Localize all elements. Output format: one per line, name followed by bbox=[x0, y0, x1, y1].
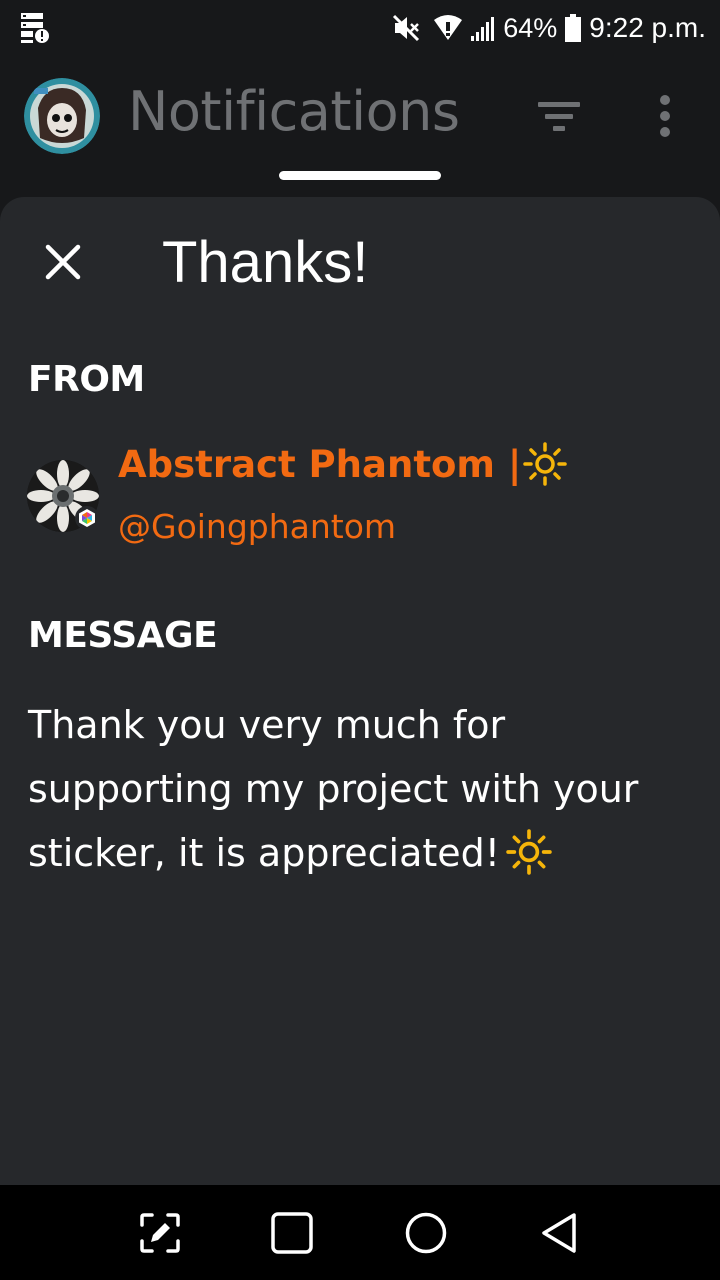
signal-icon bbox=[471, 17, 495, 41]
sender-handle[interactable]: @Goingphantom bbox=[118, 507, 396, 546]
home-icon[interactable] bbox=[404, 1211, 448, 1255]
sheet-title: Thanks! bbox=[162, 230, 369, 295]
drag-handle[interactable] bbox=[279, 171, 441, 180]
verified-badge-icon bbox=[75, 506, 99, 530]
edit-screenshot-icon[interactable] bbox=[138, 1211, 182, 1255]
from-label: FROM bbox=[28, 359, 145, 400]
message-body: Thank you very much for supporting my pr… bbox=[28, 693, 698, 885]
system-nav-bar bbox=[0, 1185, 720, 1280]
vibrate-off-icon bbox=[393, 14, 420, 42]
sun-emoji-icon bbox=[523, 441, 568, 486]
back-icon[interactable] bbox=[538, 1211, 582, 1255]
wifi-icon bbox=[434, 15, 463, 40]
profile-avatar[interactable] bbox=[24, 78, 100, 154]
server-alert-icon bbox=[21, 13, 49, 43]
status-bar: 64% 9:22 p.m. bbox=[0, 0, 720, 58]
close-icon[interactable] bbox=[42, 241, 84, 283]
clock: 9:22 p.m. bbox=[589, 12, 706, 43]
filter-icon[interactable] bbox=[536, 98, 582, 136]
recents-icon[interactable] bbox=[270, 1211, 314, 1255]
status-icons: 64% 9:22 p.m. bbox=[391, 8, 706, 48]
battery-icon bbox=[565, 14, 582, 42]
battery-percent: 64% bbox=[503, 12, 558, 43]
screen: 64% 9:22 p.m. Notifications Thanks! FROM… bbox=[0, 0, 720, 1280]
more-vert-icon[interactable] bbox=[650, 94, 680, 138]
page-title: Notifications bbox=[128, 80, 460, 143]
sender-name-text: Abstract Phantom | bbox=[118, 443, 522, 486]
sender-name[interactable]: Abstract Phantom | bbox=[118, 441, 568, 486]
app-header: Notifications bbox=[0, 58, 720, 198]
notification-sheet: Thanks! FROM Abstract Phantom | @Goingph… bbox=[0, 197, 720, 1185]
sun-emoji-icon bbox=[506, 828, 552, 875]
message-label: MESSAGE bbox=[28, 615, 218, 656]
